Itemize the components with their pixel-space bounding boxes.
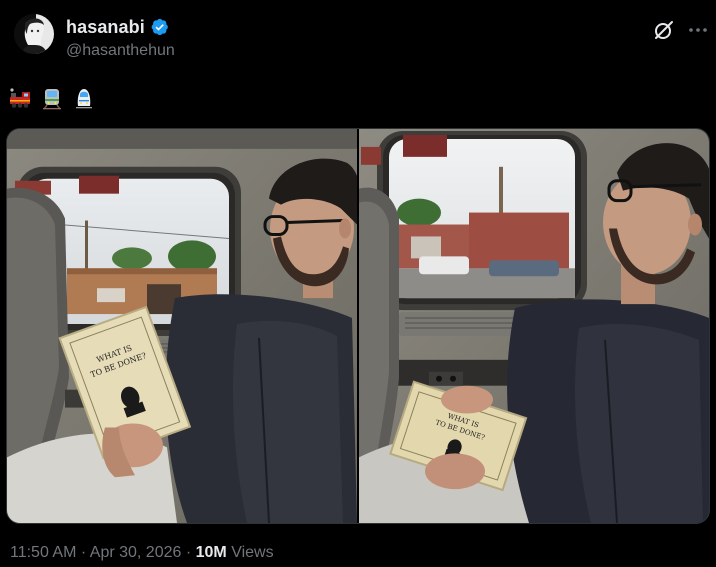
steam-locomotive-icon [10, 88, 30, 108]
photo-right[interactable]: WHAT IS TO BE DONE? [359, 129, 709, 523]
high-speed-train-icon [76, 89, 92, 109]
views-count[interactable]: 10M [196, 544, 227, 561]
light-rail-icon [43, 89, 61, 110]
more-options-icon[interactable] [686, 18, 710, 42]
tweet-text [8, 86, 96, 112]
tweet-date[interactable]: Apr 30, 2026 [90, 544, 182, 561]
media-grid: WHAT IS TO BE DONE? WHAT IS TO BE DONE? [6, 128, 710, 524]
avatar[interactable] [14, 14, 54, 54]
grok-icon[interactable] [652, 18, 676, 42]
tweet-meta: 11:50 AM · Apr 30, 2026 · 10M Views [10, 544, 274, 562]
handle[interactable]: @hasanthehun [66, 42, 175, 60]
meta-separator-1: · [80, 544, 87, 561]
verified-badge-icon[interactable] [150, 17, 170, 37]
display-name[interactable]: hasanabi [66, 17, 145, 38]
tweet-header: hasanabi @hasanthehun [0, 0, 716, 78]
views-label: Views [231, 544, 274, 561]
tweet-time[interactable]: 11:50 AM [10, 544, 76, 561]
meta-separator-2: · [185, 544, 192, 561]
photo-left[interactable]: WHAT IS TO BE DONE? [7, 129, 357, 523]
